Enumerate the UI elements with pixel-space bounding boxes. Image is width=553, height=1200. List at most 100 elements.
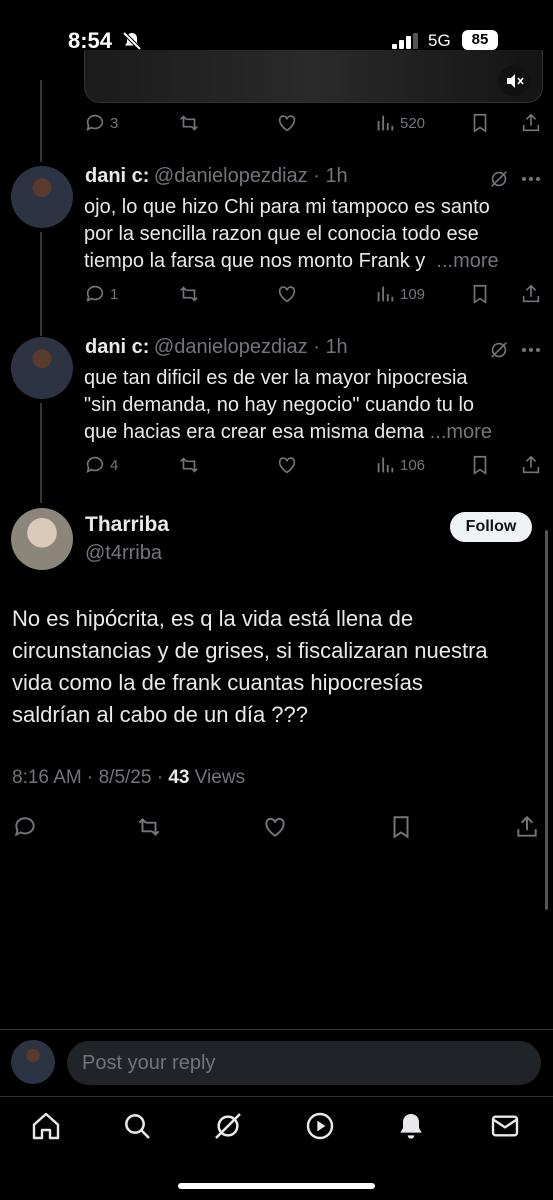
- views-button[interactable]: 109: [374, 283, 425, 305]
- follow-button[interactable]: Follow: [450, 512, 532, 542]
- repost-button[interactable]: [178, 454, 200, 476]
- share-button[interactable]: [520, 112, 542, 134]
- repost-button[interactable]: [178, 283, 200, 305]
- reply-icon: [14, 817, 35, 837]
- bookmark-icon: [473, 113, 487, 133]
- share-icon: [522, 284, 540, 303]
- main-tweet-text: No es hipócrita, es q la vida está llena…: [12, 606, 488, 727]
- bookmark-icon: [473, 284, 487, 304]
- like-button[interactable]: [262, 814, 288, 840]
- network-type: 5G: [428, 31, 451, 50]
- view-count: 106: [400, 456, 426, 474]
- grok-icon[interactable]: [488, 339, 510, 361]
- show-more-link[interactable]: ...more: [430, 421, 492, 443]
- bookmark-button[interactable]: [469, 454, 491, 476]
- main-tweet-actions: [12, 814, 542, 840]
- muted-speaker-icon: [507, 74, 524, 88]
- post-time: 1h: [325, 336, 348, 358]
- more-options-icon[interactable]: [519, 339, 543, 361]
- messages-icon[interactable]: [489, 1110, 521, 1142]
- reply-header: dani c: @danielopezdiaz · 1h: [85, 336, 348, 358]
- share-button[interactable]: [520, 454, 542, 476]
- repost-icon: [180, 286, 198, 302]
- repost-icon: [180, 115, 198, 131]
- thread-line: [40, 80, 42, 162]
- views-button[interactable]: 520: [374, 112, 425, 134]
- post-time: 1h: [325, 165, 348, 187]
- heart-icon: [278, 457, 296, 474]
- like-button[interactable]: [276, 454, 298, 476]
- bookmark-button[interactable]: [469, 112, 491, 134]
- signal-icon: [392, 33, 418, 49]
- repost-icon: [138, 818, 160, 836]
- show-more-link[interactable]: ...more: [436, 250, 498, 272]
- author-handle[interactable]: @danielopezdiaz: [154, 336, 308, 358]
- reply-input[interactable]: Post your reply: [67, 1041, 541, 1085]
- repost-button[interactable]: [136, 814, 162, 840]
- views-icon: [377, 286, 394, 302]
- heart-icon: [278, 115, 296, 132]
- top-tweet-actions: 3 520: [84, 112, 544, 136]
- reply-text: que tan dificil es de ver la mayor hipoc…: [84, 367, 492, 443]
- battery-indicator: 85: [462, 30, 498, 50]
- view-count: 520: [400, 114, 426, 132]
- view-count: 109: [400, 285, 426, 303]
- author-name[interactable]: dani c:: [85, 336, 149, 358]
- reply-icon: [86, 114, 104, 131]
- media-preview[interactable]: [84, 50, 543, 103]
- share-icon: [517, 815, 537, 837]
- share-button[interactable]: [514, 814, 540, 840]
- reply-text: ojo, lo que hizo Chi para mi tampoco es …: [84, 196, 499, 272]
- heart-icon: [278, 286, 296, 303]
- home-icon[interactable]: [30, 1110, 62, 1142]
- thread-line: [40, 232, 42, 336]
- my-avatar[interactable]: [11, 1040, 55, 1084]
- author-handle[interactable]: @danielopezdiaz: [154, 165, 308, 187]
- reply-actions: 4 106: [84, 454, 544, 478]
- reply-header: dani c: @danielopezdiaz · 1h: [85, 165, 348, 187]
- thread-line: [40, 403, 42, 503]
- bookmark-button[interactable]: [388, 814, 414, 840]
- share-icon: [522, 113, 540, 132]
- repost-button[interactable]: [178, 112, 200, 134]
- scrollbar[interactable]: [545, 530, 548, 910]
- avatar[interactable]: [11, 166, 73, 228]
- reply-icon: [86, 285, 104, 302]
- bookmark-icon: [393, 816, 409, 839]
- heart-icon: [265, 817, 285, 837]
- views-button[interactable]: 106: [374, 454, 425, 476]
- grok-icon[interactable]: [488, 168, 510, 190]
- share-button[interactable]: [520, 283, 542, 305]
- home-indicator[interactable]: [178, 1183, 375, 1189]
- reply-button[interactable]: 1: [84, 283, 118, 305]
- repost-icon: [180, 457, 198, 473]
- author-avatar[interactable]: [11, 508, 73, 570]
- more-options-icon[interactable]: [519, 168, 543, 190]
- author-name[interactable]: dani c:: [85, 165, 149, 187]
- main-author-name[interactable]: Tharriba: [85, 513, 169, 537]
- notifications-icon[interactable]: [395, 1110, 427, 1142]
- bookmark-button[interactable]: [469, 283, 491, 305]
- reply-count: 1: [110, 285, 119, 303]
- main-author-handle[interactable]: @t4rriba: [85, 542, 162, 565]
- reply-actions: 1 109: [84, 283, 544, 307]
- views-label: Views: [189, 767, 246, 788]
- like-button[interactable]: [276, 112, 298, 134]
- views-icon: [377, 457, 394, 473]
- views-icon: [377, 115, 394, 131]
- like-button[interactable]: [276, 283, 298, 305]
- grok-icon[interactable]: [212, 1110, 244, 1142]
- mute-button[interactable]: [498, 66, 530, 96]
- reply-count: 4: [110, 456, 119, 474]
- silent-bell-icon: [122, 31, 142, 51]
- bookmark-icon: [473, 455, 487, 475]
- avatar[interactable]: [11, 337, 73, 399]
- reply-button[interactable]: 4: [84, 454, 118, 476]
- reply-button[interactable]: [12, 814, 38, 840]
- views-count: 43: [168, 767, 190, 788]
- reply-count: 3: [110, 114, 119, 132]
- search-icon[interactable]: [121, 1110, 153, 1142]
- video-icon[interactable]: [304, 1110, 336, 1142]
- reply-icon: [86, 456, 104, 473]
- reply-button[interactable]: 3: [84, 112, 118, 134]
